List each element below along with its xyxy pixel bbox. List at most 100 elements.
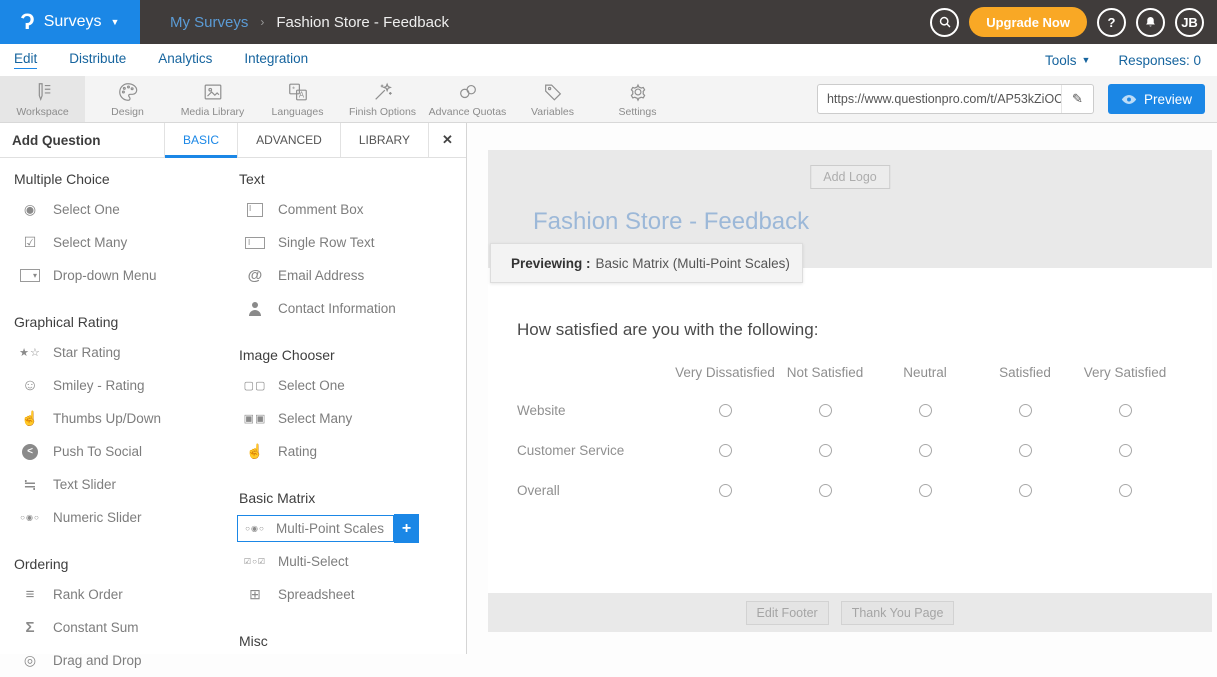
- toolbar-item-workspace[interactable]: Workspace: [0, 76, 85, 122]
- checkbox-stack-icon: ☑: [18, 234, 42, 251]
- matrix-column-header: Satisfied: [975, 365, 1075, 380]
- share-url-group: ✎ Preview: [817, 76, 1217, 122]
- qtype-contact-information[interactable]: Contact Information: [237, 292, 466, 325]
- survey-title[interactable]: Fashion Store - Feedback: [533, 208, 809, 236]
- qtype-comment-box[interactable]: I Comment Box: [237, 193, 466, 226]
- qtype-dropdown-menu[interactable]: ▾ Drop-down Menu: [12, 259, 237, 292]
- qtype-numeric-slider[interactable]: ○◉○ Numeric Slider: [12, 501, 237, 534]
- qtype-image-select-many[interactable]: ▣▣ Select Many: [237, 402, 466, 435]
- panel-header: Add Question BASIC ADVANCED LIBRARY ✕: [0, 123, 466, 158]
- radio-button[interactable]: [719, 484, 732, 497]
- preview-button[interactable]: Preview: [1108, 84, 1205, 114]
- toolbar-item-media-library[interactable]: Media Library: [170, 76, 255, 122]
- qtype-single-row-text[interactable]: I Single Row Text: [237, 226, 466, 259]
- radio-button[interactable]: [1119, 484, 1132, 497]
- product-switcher[interactable]: Ɂ Surveys ▼: [0, 0, 140, 44]
- thank-you-page-button[interactable]: Thank You Page: [841, 601, 955, 625]
- tab-integration[interactable]: Integration: [244, 51, 308, 69]
- gear-icon: [627, 81, 649, 103]
- matrix-column-header: Very Dissatisfied: [675, 365, 775, 380]
- close-icon[interactable]: ✕: [428, 123, 466, 157]
- toolbar-item-finish-options[interactable]: Finish Options: [340, 76, 425, 122]
- tools-menu[interactable]: Tools▼: [1045, 53, 1090, 68]
- chain-links-icon: [457, 81, 479, 103]
- radio-button[interactable]: [1019, 484, 1032, 497]
- tab-basic[interactable]: BASIC: [164, 123, 237, 157]
- breadcrumb-my-surveys[interactable]: My Surveys: [170, 14, 248, 31]
- edit-url-icon[interactable]: ✎: [1061, 85, 1093, 113]
- qtype-smiley-rating[interactable]: ☺ Smiley - Rating: [12, 369, 237, 402]
- qtype-text-slider[interactable]: ≒ Text Slider: [12, 468, 237, 501]
- nav-tabs: Edit Distribute Analytics Integration: [14, 51, 340, 69]
- qtype-drag-and-drop[interactable]: ◎ Drag and Drop: [12, 644, 237, 677]
- qtype-multi-point-scales-row: ○◉○ Multi-Point Scales +: [237, 512, 466, 545]
- search-button[interactable]: [930, 8, 959, 37]
- image-select-many-icon: ▣▣: [243, 412, 267, 425]
- add-question-panel: Add Question BASIC ADVANCED LIBRARY ✕ Mu…: [0, 123, 467, 654]
- radio-button[interactable]: [919, 484, 932, 497]
- questionpro-logo-icon: Ɂ: [21, 11, 35, 33]
- matrix-column-header: Very Satisfied: [1075, 365, 1175, 380]
- avatar[interactable]: JB: [1175, 8, 1204, 37]
- rank-list-icon: ≡: [18, 586, 42, 603]
- qtype-image-rating[interactable]: ☝ Rating: [237, 435, 466, 468]
- radio-button[interactable]: [819, 404, 832, 417]
- help-button[interactable]: ?: [1097, 8, 1126, 37]
- share-url-input[interactable]: [818, 92, 1061, 106]
- palette-icon: [117, 81, 139, 103]
- toolbar-item-design[interactable]: Design: [85, 76, 170, 122]
- matrix-row-overall: Overall: [517, 470, 1212, 510]
- responses-count[interactable]: Responses: 0: [1118, 53, 1201, 68]
- matrix-row-label: Overall: [517, 483, 675, 498]
- qtype-spreadsheet[interactable]: ⊞ Spreadsheet: [237, 578, 466, 611]
- radio-button[interactable]: [819, 484, 832, 497]
- question-types-column-2: Text I Comment Box I Single Row Text @ E…: [237, 168, 466, 677]
- qtype-select-one[interactable]: ◉ Select One: [12, 193, 237, 226]
- svg-text:*: *: [292, 84, 295, 93]
- radio-button[interactable]: [919, 404, 932, 417]
- multi-select-icon: ☑○☑: [243, 557, 267, 566]
- image-select-one-icon: ▢▢: [243, 379, 267, 392]
- upgrade-now-button[interactable]: Upgrade Now: [969, 7, 1087, 37]
- section-title: Graphical Rating: [14, 314, 237, 330]
- radio-button[interactable]: [719, 404, 732, 417]
- toolbar-item-languages[interactable]: *A Languages: [255, 76, 340, 122]
- qtype-multi-select[interactable]: ☑○☑ Multi-Select: [237, 545, 466, 578]
- radio-button[interactable]: [1119, 404, 1132, 417]
- qtype-email-address[interactable]: @ Email Address: [237, 259, 466, 292]
- search-icon: [937, 14, 953, 30]
- qtype-push-to-social[interactable]: < Push To Social: [12, 435, 237, 468]
- radio-button[interactable]: [1019, 444, 1032, 457]
- qtype-multi-point-scales[interactable]: ○◉○ Multi-Point Scales: [237, 515, 394, 542]
- qtype-image-select-one[interactable]: ▢▢ Select One: [237, 369, 466, 402]
- add-question-button[interactable]: +: [394, 514, 419, 543]
- tab-library[interactable]: LIBRARY: [340, 123, 428, 157]
- radio-button[interactable]: [1119, 444, 1132, 457]
- radio-button[interactable]: [1019, 404, 1032, 417]
- tab-edit[interactable]: Edit: [14, 51, 37, 69]
- tab-distribute[interactable]: Distribute: [69, 51, 126, 69]
- slider-icon: ≒: [18, 475, 42, 495]
- thumbs-rating-icon: ☝: [243, 443, 267, 460]
- toolbar-item-advance-quotas[interactable]: Advance Quotas: [425, 76, 510, 122]
- survey-footer: Edit Footer Thank You Page: [488, 593, 1212, 632]
- add-logo-button[interactable]: Add Logo: [810, 165, 890, 189]
- radio-button[interactable]: [919, 444, 932, 457]
- qtype-rank-order[interactable]: ≡ Rank Order: [12, 578, 237, 611]
- qtype-constant-sum[interactable]: Σ Constant Sum: [12, 611, 237, 644]
- edit-footer-button[interactable]: Edit Footer: [746, 601, 829, 625]
- radio-button[interactable]: [819, 444, 832, 457]
- qtype-thumbs-up-down[interactable]: ☝ Thumbs Up/Down: [12, 402, 237, 435]
- tab-analytics[interactable]: Analytics: [158, 51, 212, 69]
- smiley-icon: ☺: [18, 377, 42, 395]
- tab-advanced[interactable]: ADVANCED: [237, 123, 340, 157]
- tag-icon: [542, 81, 564, 103]
- toolbar-item-settings[interactable]: Settings: [595, 76, 680, 122]
- survey-nav: Edit Distribute Analytics Integration To…: [0, 44, 1217, 76]
- qtype-star-rating[interactable]: ★☆ Star Rating: [12, 336, 237, 369]
- toolbar-item-variables[interactable]: Variables: [510, 76, 595, 122]
- matrix-row-label: Website: [517, 403, 675, 418]
- radio-button[interactable]: [719, 444, 732, 457]
- notifications-button[interactable]: [1136, 8, 1165, 37]
- qtype-select-many[interactable]: ☑ Select Many: [12, 226, 237, 259]
